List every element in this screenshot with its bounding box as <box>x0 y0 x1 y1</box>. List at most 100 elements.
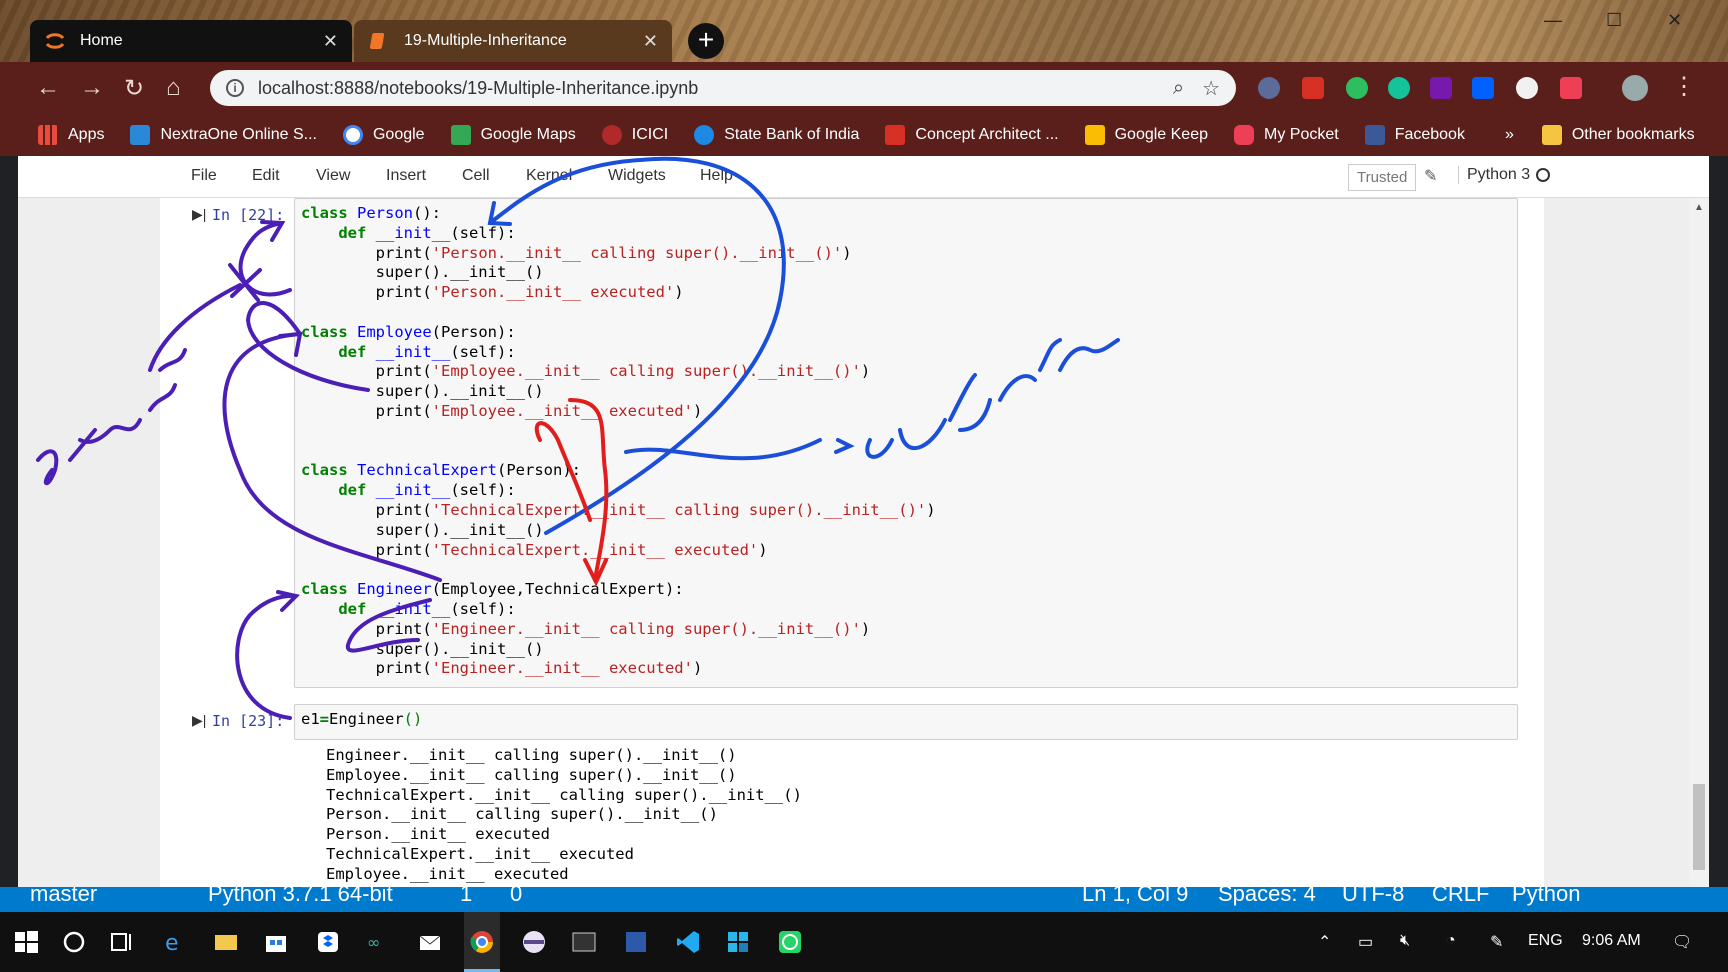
volume-muted-icon[interactable]: 🔇︎ <box>1400 932 1410 950</box>
whatsapp-icon[interactable] <box>776 928 804 956</box>
chrome-icon[interactable] <box>468 928 496 956</box>
mail-icon[interactable] <box>416 928 444 956</box>
bookmark-my-pocket[interactable]: My Pocket <box>1234 125 1339 145</box>
url-text[interactable]: localhost:8888/notebooks/19-Multiple-Inh… <box>258 78 698 99</box>
arduino-icon[interactable]: ∞ <box>366 928 394 956</box>
profile-avatar[interactable] <box>1622 75 1648 101</box>
file-explorer-icon[interactable] <box>212 928 240 956</box>
clock[interactable]: 9:06 AM <box>1582 932 1641 950</box>
bookmark-apps[interactable]: Apps <box>38 125 104 145</box>
run-cell-icon[interactable]: ▶| <box>192 712 206 729</box>
menu-help[interactable]: Help <box>700 167 733 185</box>
menu-edit[interactable]: Edit <box>252 167 280 185</box>
gmail-extension-icon[interactable] <box>1302 77 1324 99</box>
scrollbar-thumb[interactable] <box>1693 784 1705 870</box>
code-cell-source[interactable]: e1=Engineer() <box>301 710 422 730</box>
code-cell-input[interactable] <box>294 704 1518 740</box>
warnings-count[interactable]: 0 <box>510 887 522 907</box>
search-icon[interactable]: ⌕ <box>1173 77 1184 100</box>
menu-kernel[interactable]: Kernel <box>526 167 572 185</box>
dropbox-extension-icon[interactable] <box>1472 77 1494 99</box>
nextraone-icon <box>130 125 151 145</box>
address-bar[interactable]: i localhost:8888/notebooks/19-Multiple-I… <box>210 70 1236 106</box>
code-token: super().__init__() <box>301 382 544 401</box>
menu-icon[interactable]: ⋮ <box>1672 72 1696 101</box>
bookmark-google-maps[interactable]: Google Maps <box>450 125 576 145</box>
tab-home[interactable]: Home ✕ <box>30 20 352 62</box>
code-token: Person <box>357 204 414 222</box>
notifications-icon[interactable]: 🗨︎ <box>1672 932 1692 952</box>
problems-count[interactable]: 1 <box>460 887 472 907</box>
close-tab-icon[interactable]: ✕ <box>643 31 658 52</box>
git-branch[interactable]: master <box>30 887 97 907</box>
minimize-icon[interactable]: — <box>1544 10 1562 31</box>
bookmark-sbi[interactable]: State Bank of India <box>694 125 859 145</box>
dropbox-icon[interactable] <box>314 928 342 956</box>
output-line: Person.__init__ calling super().__init__… <box>326 805 718 824</box>
bookmark-google-keep[interactable]: Google Keep <box>1084 125 1208 145</box>
language-indicator[interactable]: ENG <box>1528 932 1563 950</box>
vscode-icon[interactable] <box>674 928 702 956</box>
back-icon[interactable]: ← <box>36 74 60 102</box>
vertical-scrollbar[interactable]: ▲ ▼ <box>1689 198 1709 912</box>
tab-home-label: Home <box>80 32 123 49</box>
language-mode[interactable]: Python <box>1512 887 1581 907</box>
menu-insert[interactable]: Insert <box>386 167 426 185</box>
extension-icon[interactable] <box>1516 77 1538 99</box>
onenote-extension-icon[interactable] <box>1430 77 1452 99</box>
new-tab-button[interactable]: + <box>688 23 724 59</box>
pocket-extension-icon[interactable] <box>1560 77 1582 99</box>
edge-icon[interactable]: e <box>160 928 188 956</box>
trusted-badge[interactable]: Trusted <box>1348 164 1417 191</box>
cursor-position[interactable]: Ln 1, Col 9 <box>1082 887 1188 907</box>
site-info-icon[interactable]: i <box>226 79 244 97</box>
menu-file[interactable]: File <box>191 167 217 185</box>
code-cell-source[interactable]: class Person(): def __init__(self): prin… <box>301 204 936 679</box>
evernote-extension-icon[interactable] <box>1346 77 1368 99</box>
scroll-up-icon[interactable]: ▲ <box>1694 202 1704 213</box>
reload-icon[interactable]: ↻ <box>124 74 144 103</box>
task-view-icon[interactable] <box>108 928 136 956</box>
bookmark-concept-architect[interactable]: Concept Architect ... <box>885 125 1059 145</box>
bookmark-google[interactable]: Google <box>342 125 425 145</box>
google-icon <box>342 125 363 145</box>
indent-spaces[interactable]: Spaces: 4 <box>1218 887 1316 907</box>
bookmark-facebook[interactable]: Facebook <box>1364 125 1465 145</box>
menu-cell[interactable]: Cell <box>462 167 490 185</box>
python-interpreter[interactable]: Python 3.7.1 64-bit <box>208 887 393 907</box>
grammarly-extension-icon[interactable] <box>1388 77 1410 99</box>
store-icon[interactable] <box>262 928 290 956</box>
search-icon[interactable] <box>60 928 88 956</box>
wifi-icon[interactable]: ◔ <box>1446 932 1456 950</box>
close-window-icon[interactable]: ✕ <box>1667 10 1682 31</box>
bookmarks-overflow[interactable]: » <box>1505 126 1514 144</box>
maximize-icon[interactable]: ☐ <box>1606 10 1622 31</box>
terminal-icon[interactable] <box>570 928 598 956</box>
windows-start-icon[interactable] <box>12 928 40 956</box>
end-of-line[interactable]: CRLF <box>1432 887 1489 907</box>
tab-notebook[interactable]: 19-Multiple-Inheritance ✕ <box>354 20 672 62</box>
visual-studio-icon[interactable] <box>622 928 650 956</box>
home-icon[interactable]: ⌂ <box>166 74 181 102</box>
menu-view[interactable]: View <box>316 167 350 185</box>
menu-widgets[interactable]: Widgets <box>608 167 666 185</box>
tray-expand-icon[interactable]: ⌃ <box>1318 932 1331 952</box>
run-cell-icon[interactable]: ▶| <box>192 206 206 223</box>
bookmark-star-icon[interactable]: ☆ <box>1202 76 1220 101</box>
file-encoding[interactable]: UTF-8 <box>1342 887 1404 907</box>
bookmark-other[interactable]: Other bookmarks <box>1541 125 1695 145</box>
edit-pencil-icon[interactable]: ✎ <box>1424 166 1437 186</box>
bookmark-icici[interactable]: ICICI <box>601 125 668 145</box>
forward-icon[interactable]: → <box>80 74 104 102</box>
code-token: print( <box>301 362 432 381</box>
cell-output: Engineer.__init__ calling super().__init… <box>326 746 802 904</box>
app-icon[interactable] <box>520 928 548 956</box>
bookmark-nextraone[interactable]: NextraOne Online S... <box>130 125 317 145</box>
battery-icon[interactable]: ▭ <box>1358 932 1373 952</box>
close-tab-icon[interactable]: ✕ <box>323 31 338 52</box>
extension-icon[interactable] <box>1258 77 1280 99</box>
code-token: 'TechnicalExpert.__init__ executed' <box>431 540 759 559</box>
tiles-app-icon[interactable] <box>724 928 752 956</box>
pen-icon[interactable]: ✎ <box>1490 932 1503 952</box>
kernel-name[interactable]: Python 3 <box>1458 166 1530 184</box>
